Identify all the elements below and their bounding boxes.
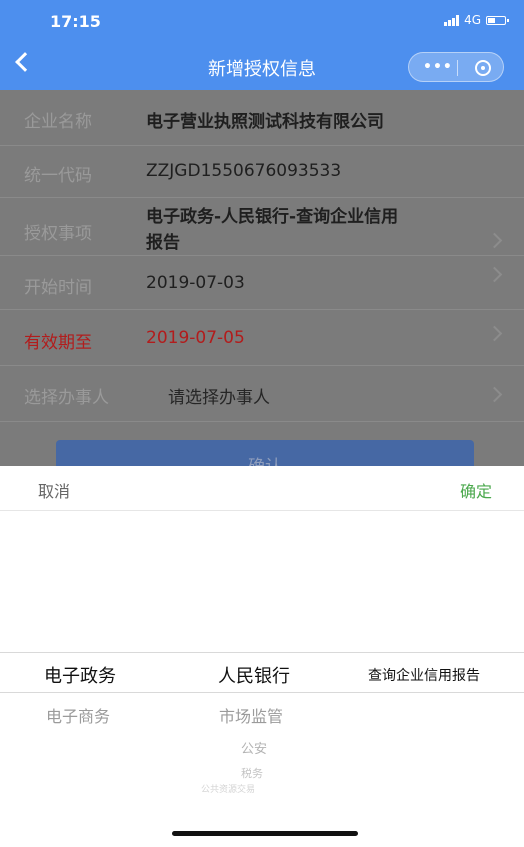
chevron-right-icon [486,266,503,283]
picker-sheet: 取消 确定 电子政务 电子商务 人民银行 市场监管 公安 税务 公共资源交易 查… [0,466,524,847]
status-time: 17:15 [50,12,101,31]
scope-value-line2: 报告 [146,233,180,253]
form-row-company: 企业名称 电子营业执照测试科技有限公司 [0,90,524,146]
picker-option[interactable]: 电子商务 [46,703,110,727]
picker-header-divider [0,510,524,511]
authorization-form: 企业名称 电子营业执照测试科技有限公司 统一代码 ZZJGD1550676093… [0,90,524,480]
form-row-expiry-date[interactable]: 有效期至 2019-07-05 [0,310,524,366]
chevron-right-icon [486,232,503,249]
picker-option-selected[interactable]: 人民银行 [218,662,290,688]
miniprogram-capsule: ••• [408,52,504,82]
picker-option-selected[interactable]: 查询企业信用报告 [368,665,480,685]
close-target-icon[interactable] [475,60,491,76]
start-date-label: 开始时间 [24,278,92,298]
battery-icon [486,15,509,25]
picker-option[interactable]: 市场监管 [219,703,283,727]
company-label: 企业名称 [24,112,92,132]
navigation-bar: 17:15 4G 新增授权信息 ••• [0,0,524,90]
code-label: 统一代码 [24,166,92,186]
chevron-right-icon [486,386,503,403]
picker-option[interactable]: 公安 [241,738,267,757]
more-icon[interactable]: ••• [423,59,453,75]
form-row-scope[interactable]: 授权事项 电子政务-人民银行-查询企业信用 报告 [0,198,524,256]
handler-label: 选择办事人 [24,388,109,408]
form-row-start-date[interactable]: 开始时间 2019-07-03 [0,256,524,310]
signal-icon [444,14,460,26]
picker-option[interactable]: 公共资源交易 [201,782,255,795]
picker-option[interactable]: 税务 [241,765,263,781]
expiry-date-value: 2019-07-05 [146,328,245,348]
picker-selection-top-line [0,652,524,653]
form-row-handler[interactable]: 选择办事人 请选择办事人 [0,366,524,422]
picker-ok-button[interactable]: 确定 [460,478,492,502]
picker-cancel-button[interactable]: 取消 [38,478,70,502]
network-type: 4G [464,13,481,27]
form-row-code: 统一代码 ZZJGD1550676093533 [0,146,524,198]
picker-option-selected[interactable]: 电子政务 [44,662,116,688]
company-value: 电子营业执照测试科技有限公司 [146,112,384,132]
picker-selection-bottom-line [0,692,524,693]
handler-placeholder: 请选择办事人 [168,388,270,408]
home-indicator [172,831,358,836]
status-indicators: 4G [444,13,509,27]
chevron-right-icon [486,325,503,342]
scope-value-line1: 电子政务-人民银行-查询企业信用 [146,207,399,227]
expiry-date-label: 有效期至 [24,333,92,353]
code-value: ZZJGD1550676093533 [146,161,342,181]
start-date-value: 2019-07-03 [146,273,245,293]
capsule-divider [457,60,458,76]
scope-label: 授权事项 [24,224,92,244]
